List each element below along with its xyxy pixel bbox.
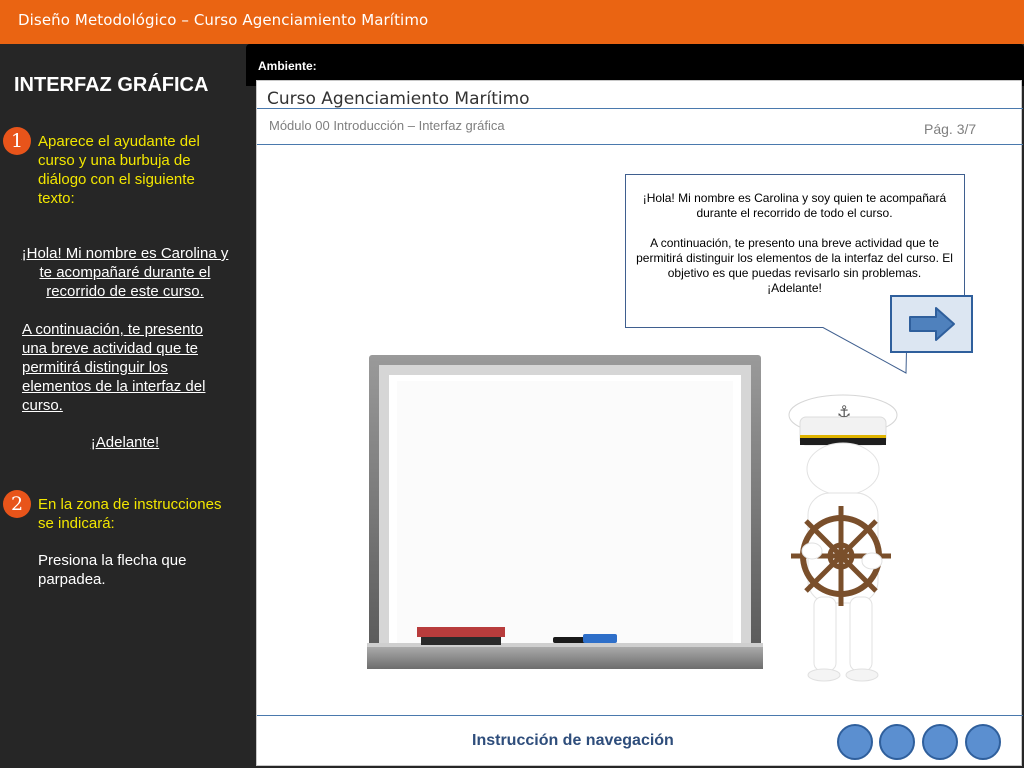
svg-text:⚓: ⚓: [837, 402, 851, 421]
step-1-badge: 1: [3, 127, 31, 155]
bubble-paragraph-1: ¡Hola! Mi nombre es Carolina y soy quien…: [642, 191, 947, 220]
bubble-paragraph-2: A continuación, te presento una breve ac…: [636, 236, 953, 280]
header-divider: [257, 108, 1023, 109]
app-title: Diseño Metodológico – Curso Agenciamient…: [18, 11, 429, 29]
page-indicator: Pág. 3/7: [924, 121, 977, 137]
navigation-instruction: Instrucción de navegación: [472, 732, 674, 749]
footer-divider: [257, 715, 1023, 716]
panel-heading: INTERFAZ GRÁFICA: [14, 74, 209, 96]
course-slide: Curso Agenciamiento Marítimo Módulo 00 I…: [256, 80, 1023, 766]
bubble-closing: ¡Adelante!: [767, 281, 822, 295]
top-bar: Diseño Metodológico – Curso Agenciamient…: [0, 0, 1024, 44]
step-2-badge: 2: [3, 490, 31, 518]
nav-button-3[interactable]: [922, 724, 958, 760]
course-title: Curso Agenciamiento Marítimo: [267, 89, 530, 109]
dialog-greeting: ¡Hola! Mi nombre es Carolina y te acompa…: [21, 245, 229, 300]
right-arrow-icon: [909, 307, 955, 341]
step-2-text: En la zona de instrucciones se indicará:: [38, 496, 222, 532]
speech-bubble-text: ¡Hola! Mi nombre es Carolina y soy quien…: [632, 191, 957, 296]
whiteboard-illustration: [367, 355, 763, 669]
module-subtitle: Módulo 00 Introducción – Interfaz gráfic…: [269, 118, 505, 133]
dialog-closing: ¡Adelante!: [90, 434, 160, 451]
captain-assistant-illustration: ⚓: [788, 394, 898, 682]
instructions-panel: INTERFAZ GRÁFICA 1 Aparece el ayudante d…: [0, 44, 246, 768]
nav-button-2[interactable]: [879, 724, 915, 760]
nav-button-1[interactable]: [837, 724, 873, 760]
step-1-text: Aparece el ayudante del curso y una burb…: [38, 133, 200, 207]
header-divider-bottom: [257, 144, 1023, 145]
dialog-continuation: A continuación, te presento una breve ac…: [22, 321, 206, 414]
next-button[interactable]: [890, 295, 973, 353]
step-2-action: Presiona la flecha que parpadea.: [38, 552, 187, 588]
environment-label: Ambiente:: [258, 59, 317, 73]
nav-button-4[interactable]: [965, 724, 1001, 760]
